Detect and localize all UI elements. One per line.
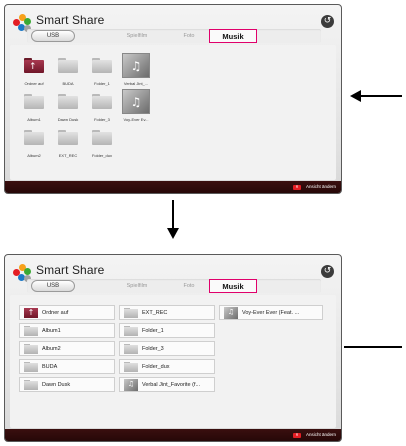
tab-usb[interactable]: USB <box>31 280 75 292</box>
tab-bar: USB Spielfilm Foto Musik <box>27 29 321 43</box>
list-item-label: Voy-Ever Ever (Feat. ... <box>242 310 300 316</box>
tab-foto[interactable]: Foto <box>169 29 209 43</box>
list-item-label: EXT_REC <box>142 310 168 316</box>
tab-foto[interactable]: Foto <box>169 279 209 293</box>
change-view-label[interactable]: Ansicht ändern <box>306 184 336 189</box>
arrow-down-icon <box>172 200 174 230</box>
file-grid: ↑ Ordner auf BUDA Folder_1 ♫ Verbal Jint… <box>10 45 336 180</box>
grid-item-label: Voy-Ever Ev... <box>123 117 149 122</box>
grid-item-label: Album2 <box>27 153 41 158</box>
file-list: ↑ Ordner auf Album1 Album2 BUDA Dawn Dus… <box>10 295 336 428</box>
music-thumbnail-icon: ♫ <box>122 53 150 78</box>
folder-icon <box>58 130 78 145</box>
grid-item-label: Folder_dux <box>91 153 112 158</box>
folder-icon <box>124 344 138 354</box>
music-thumbnail-icon: ♫ <box>122 89 150 114</box>
folder-icon <box>24 362 38 372</box>
footer-bar: R Ansicht ändern <box>5 429 341 441</box>
folder-icon <box>92 130 112 145</box>
music-thumbnail-icon: ♫ <box>224 307 238 319</box>
grid-item-dawn-dusk[interactable]: Dawn Dusk <box>54 89 82 122</box>
smart-share-grid-screen: Smart Share ↺ USB Spielfilm Foto Musik ↑… <box>4 4 342 194</box>
list-item-label: Album1 <box>42 328 61 334</box>
list-item-folder-dux[interactable]: Folder_dux <box>119 359 215 374</box>
tab-bar: USB Spielfilm Foto Musik <box>27 279 321 293</box>
grid-item-ext-rec[interactable]: EXT_REC <box>54 125 82 158</box>
up-folder-icon: ↑ <box>24 308 38 318</box>
smart-share-list-screen: Smart Share ↺ USB Spielfilm Foto Musik ↑… <box>4 254 342 442</box>
list-item-label: Album2 <box>42 346 61 352</box>
grid-item-label: Folder_3 <box>94 117 110 122</box>
grid-item-folder-dux[interactable]: Folder_dux <box>88 125 116 158</box>
grid-item-label: BUDA <box>62 81 74 86</box>
footer-bar: R Ansicht ändern <box>5 181 341 193</box>
folder-icon <box>24 380 38 390</box>
list-item-label: Ordner auf <box>42 310 69 316</box>
back-icon[interactable]: ↺ <box>321 265 334 278</box>
list-item-voy-ever[interactable]: ♫ Voy-Ever Ever (Feat. ... <box>219 305 323 320</box>
grid-item-buda[interactable]: BUDA <box>54 53 82 86</box>
grid-item-ordner-auf[interactable]: ↑ Ordner auf <box>20 53 48 86</box>
grid-item-label: Folder_1 <box>94 81 110 86</box>
list-item-dawn-dusk[interactable]: Dawn Dusk <box>19 377 115 392</box>
list-item-label: Folder_1 <box>142 328 164 334</box>
folder-icon <box>92 94 112 109</box>
list-item-folder-1[interactable]: Folder_1 <box>119 323 215 338</box>
list-item-label: BUDA <box>42 364 58 370</box>
list-item-label: Verbal Jint_Favorite (f... <box>142 382 201 388</box>
grid-item-label: EXT_REC <box>58 153 78 158</box>
change-view-label[interactable]: Ansicht ändern <box>306 432 336 437</box>
arrow-down-head <box>167 228 179 239</box>
list-item-album1[interactable]: Album1 <box>19 323 115 338</box>
list-item-label: Folder_3 <box>142 346 164 352</box>
folder-icon <box>24 130 44 145</box>
arrow-left-icon <box>360 95 402 97</box>
grid-item-album1[interactable]: Album1 <box>20 89 48 122</box>
back-icon[interactable]: ↺ <box>321 15 334 28</box>
folder-icon <box>24 94 44 109</box>
folder-icon <box>92 58 112 73</box>
grid-item-label: Dawn Dusk <box>57 117 79 122</box>
app-title: Smart Share <box>36 263 105 277</box>
folder-icon <box>58 94 78 109</box>
red-key-icon: R <box>293 433 301 438</box>
music-thumbnail-icon: ♫ <box>124 379 138 391</box>
list-item-verbal-jint[interactable]: ♫ Verbal Jint_Favorite (f... <box>119 377 215 392</box>
tab-musik[interactable]: Musik <box>209 29 257 43</box>
up-folder-icon: ↑ <box>24 58 44 73</box>
folder-icon <box>124 326 138 336</box>
folder-icon <box>24 344 38 354</box>
folder-icon <box>124 308 138 318</box>
list-item-folder-3[interactable]: Folder_3 <box>119 341 215 356</box>
list-item-ordner-auf[interactable]: ↑ Ordner auf <box>19 305 115 320</box>
list-item-label: Dawn Dusk <box>42 382 71 388</box>
tab-musik[interactable]: Musik <box>209 279 257 293</box>
pointer-line <box>344 346 402 348</box>
folder-icon <box>24 326 38 336</box>
list-item-label: Folder_dux <box>142 364 170 370</box>
tab-spielfilm[interactable]: Spielfilm <box>107 29 167 43</box>
grid-item-album2[interactable]: Album2 <box>20 125 48 158</box>
tab-usb[interactable]: USB <box>31 30 75 42</box>
list-item-buda[interactable]: BUDA <box>19 359 115 374</box>
grid-item-voy-ever[interactable]: ♫ Voy-Ever Ev... <box>122 89 150 122</box>
grid-item-folder-1[interactable]: Folder_1 <box>88 53 116 86</box>
grid-item-verbal-jint[interactable]: ♫ Verbal Jint_... <box>122 53 150 86</box>
tab-spielfilm[interactable]: Spielfilm <box>107 279 167 293</box>
grid-item-folder-3[interactable]: Folder_3 <box>88 89 116 122</box>
arrow-left-head <box>350 90 361 102</box>
grid-item-label: Album1 <box>27 117 41 122</box>
folder-icon <box>58 58 78 73</box>
grid-item-label: Verbal Jint_... <box>123 81 149 86</box>
list-item-album2[interactable]: Album2 <box>19 341 115 356</box>
app-title: Smart Share <box>36 13 105 27</box>
grid-item-label: Ordner auf <box>24 81 44 86</box>
folder-icon <box>124 362 138 372</box>
list-item-ext-rec[interactable]: EXT_REC <box>119 305 215 320</box>
red-key-icon: R <box>293 185 301 190</box>
